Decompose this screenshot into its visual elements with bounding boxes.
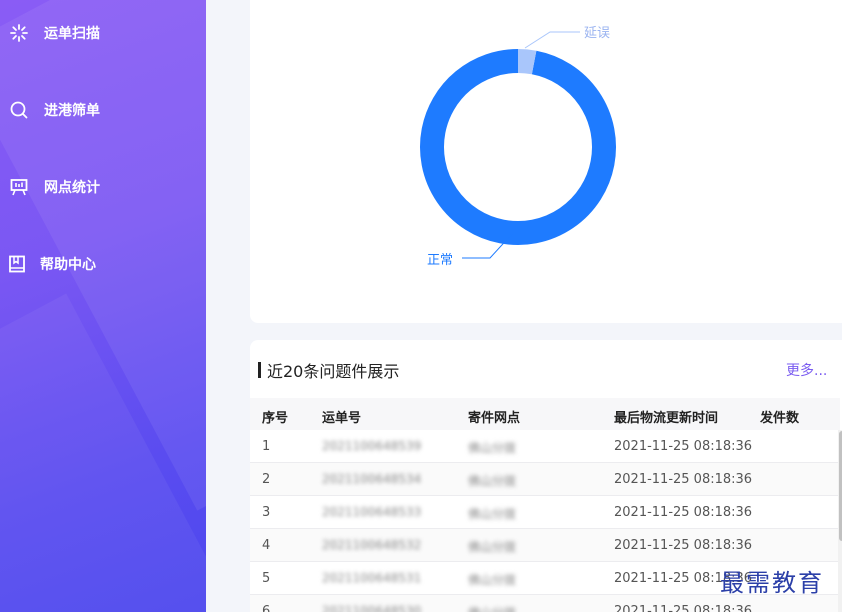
sidebar: 运单扫描 进港筛单 网点统计 帮助中心 xyxy=(0,0,206,612)
table-row[interactable]: 2 2021100648534 佛山分拨 2021-11-25 08:18:36 xyxy=(250,463,840,496)
cell-time: 2021-11-25 08:18:36 xyxy=(614,472,753,487)
delay-leader-line xyxy=(524,31,580,49)
column-header[interactable]: 运单号 xyxy=(322,407,361,426)
cell-outlet: 佛山分拨 xyxy=(468,540,517,554)
table-row[interactable]: 1 2021100648539 佛山分拨 2021-11-25 08:18:36 xyxy=(250,430,840,463)
sidebar-item-scan[interactable]: 运单扫描 xyxy=(0,18,206,48)
sidebar-item-label: 运单扫描 xyxy=(44,26,100,42)
table-title: 近20条问题件展示 xyxy=(258,358,399,382)
table-header: 序号 运单号 寄件网点 最后物流更新时间 发件数 xyxy=(250,398,840,430)
book-icon xyxy=(6,253,28,275)
main-content: 延误 正常 近20条问题件展示 更多... 序号 运单号 寄件网点 最后物流更新… xyxy=(206,0,842,612)
cell-outlet: 佛山分拨 xyxy=(468,507,517,521)
table-title-text: 近20条问题件展示 xyxy=(267,362,400,381)
cell-index: 1 xyxy=(262,439,271,454)
table-row[interactable]: 3 2021100648533 佛山分拨 2021-11-25 08:18:36 xyxy=(250,496,840,529)
table-row[interactable]: 4 2021100648532 佛山分拨 2021-11-25 08:18:36 xyxy=(250,529,840,562)
cell-waybill: 2021100648539 xyxy=(322,439,422,453)
cell-index: 5 xyxy=(262,571,271,586)
status-donut-chart: 延误 正常 xyxy=(420,26,616,268)
cell-time: 2021-11-25 08:18:36 xyxy=(614,505,753,520)
cell-outlet: 佛山分拨 xyxy=(468,474,517,488)
column-header[interactable]: 寄件网点 xyxy=(468,407,520,426)
more-link[interactable]: 更多... xyxy=(786,360,827,380)
sidebar-item-label: 进港筛单 xyxy=(44,103,100,119)
sidebar-item-help[interactable]: 帮助中心 xyxy=(0,249,206,279)
watermark-text: 最需教育 xyxy=(720,569,824,597)
cell-time: 2021-11-25 08:18:36 xyxy=(614,439,753,454)
cell-index: 3 xyxy=(262,505,271,520)
cell-time: 2021-11-25 08:18:36 xyxy=(614,538,753,553)
sidebar-item-label: 帮助中心 xyxy=(40,257,96,273)
board-icon xyxy=(8,176,30,198)
cell-waybill: 2021100648532 xyxy=(322,538,422,552)
sidebar-item-filter[interactable]: 进港筛单 xyxy=(0,95,206,125)
cell-outlet: 佛山分拨 xyxy=(468,441,517,455)
scan-icon xyxy=(8,22,30,44)
cell-index: 6 xyxy=(262,604,271,612)
column-header[interactable]: 序号 xyxy=(262,407,288,426)
cell-index: 2 xyxy=(262,472,271,487)
cell-outlet: 佛山分拨 xyxy=(468,604,516,612)
donut-segment-normal xyxy=(420,48,616,245)
cell-waybill: 2021100648530 xyxy=(322,604,422,612)
sidebar-item-stats[interactable]: 网点统计 xyxy=(0,172,206,202)
normal-label: 正常 xyxy=(427,253,453,268)
cell-waybill: 2021100648531 xyxy=(322,571,422,585)
status-chart-card: 延误 正常 xyxy=(250,0,842,323)
cell-waybill: 2021100648533 xyxy=(322,505,422,519)
delay-label: 延误 xyxy=(584,26,610,41)
cell-index: 4 xyxy=(262,538,271,553)
title-accent-bar xyxy=(258,362,261,378)
column-header[interactable]: 最后物流更新时间 xyxy=(614,407,718,426)
sidebar-item-label: 网点统计 xyxy=(44,180,100,196)
column-header[interactable]: 发件数 xyxy=(760,407,799,426)
cell-waybill: 2021100648534 xyxy=(322,472,422,486)
cell-outlet: 佛山分拨 xyxy=(468,573,517,587)
search-icon xyxy=(8,99,30,121)
cell-time: 2021-11-25 08:18:36 xyxy=(614,604,753,612)
